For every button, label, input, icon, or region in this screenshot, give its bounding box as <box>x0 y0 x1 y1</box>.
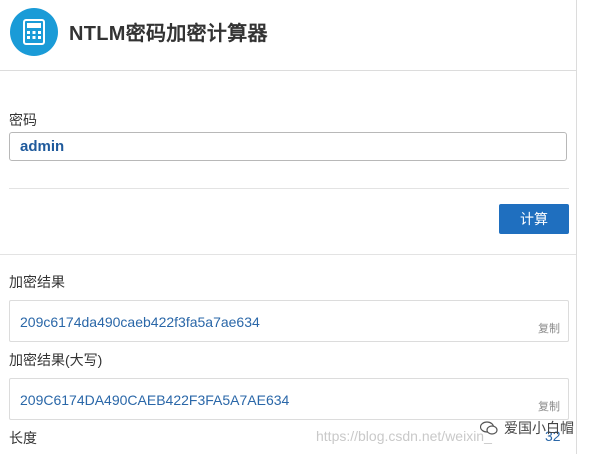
divider <box>0 254 576 255</box>
page-title: NTLM密码加密计算器 <box>69 23 268 45</box>
watermark-author-name: 爱国小白帽 <box>504 420 574 436</box>
watermark-url: https://blog.csdn.net/weixin_ <box>316 428 492 444</box>
result-label: 加密结果 <box>9 274 65 290</box>
watermark-author: 爱国小白帽 <box>480 418 574 438</box>
result-upper-label: 加密结果(大写) <box>9 352 103 368</box>
wechat-icon <box>480 421 498 435</box>
password-label: 密码 <box>9 112 37 128</box>
copy-result-button[interactable]: 复制 <box>538 320 560 336</box>
divider <box>9 188 569 189</box>
length-label: 长度 <box>9 430 37 446</box>
calculate-button[interactable]: 计算 <box>499 204 569 234</box>
copy-result-upper-button[interactable]: 复制 <box>538 398 560 414</box>
result-field[interactable]: 209c6174da490caeb422f3fa5a7ae634 复制 <box>9 300 569 342</box>
password-input[interactable] <box>9 132 567 161</box>
result-value[interactable]: 209c6174da490caeb422f3fa5a7ae634 <box>20 314 260 330</box>
calculator-icon <box>10 8 58 56</box>
result-upper-value[interactable]: 209C6174DA490CAEB422F3FA5A7AE634 <box>20 392 289 408</box>
app-header: NTLM密码加密计算器 <box>0 0 576 71</box>
result-upper-field[interactable]: 209C6174DA490CAEB422F3FA5A7AE634 复制 <box>9 378 569 420</box>
panel-border <box>576 0 577 454</box>
